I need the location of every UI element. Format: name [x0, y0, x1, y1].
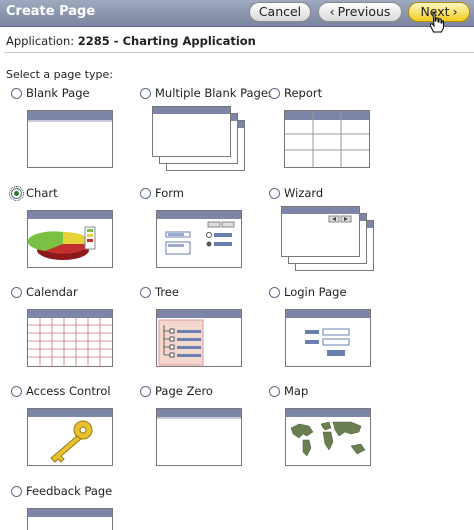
thumbnail-access-control[interactable]: [27, 408, 113, 466]
page-title: Create Page: [6, 4, 96, 19]
option-tree[interactable]: Tree: [140, 285, 179, 299]
option-report[interactable]: Report: [269, 86, 322, 100]
thumbnail-page-zero[interactable]: [156, 408, 242, 466]
radio-report[interactable]: [269, 87, 280, 99]
option-label: Calendar: [26, 285, 78, 299]
option-label: Blank Page: [26, 86, 90, 100]
radio-tree[interactable]: [140, 286, 151, 298]
application-info: Application: 2285 - Charting Application: [6, 34, 256, 48]
header-bar: Create Page Cancel Previous Next: [0, 0, 474, 27]
thumbnail-feedback-page[interactable]: [27, 508, 113, 530]
option-wizard[interactable]: Wizard: [269, 186, 323, 200]
thumbnail-wizard[interactable]: [281, 206, 375, 272]
thumbnail-calendar[interactable]: [27, 309, 113, 367]
hand-cursor-icon: [430, 12, 444, 33]
radio-feedback-page[interactable]: [11, 485, 22, 497]
radio-login-page[interactable]: [269, 286, 280, 298]
option-access-control[interactable]: Access Control: [11, 384, 111, 398]
thumbnail-chart[interactable]: [27, 210, 113, 268]
option-label: Report: [284, 86, 323, 100]
thumbnail-map[interactable]: [285, 408, 371, 466]
option-label: Form: [155, 186, 184, 200]
radio-wizard[interactable]: [269, 187, 280, 199]
thumbnail-form[interactable]: [156, 210, 242, 268]
option-login-page[interactable]: Login Page: [269, 285, 347, 299]
thumbnail-tree[interactable]: [156, 309, 242, 367]
option-calendar[interactable]: Calendar: [11, 285, 78, 299]
option-label: Access Control: [26, 384, 111, 398]
radio-blank-page[interactable]: [11, 87, 22, 99]
option-label: Page Zero: [155, 384, 213, 398]
option-label: Map: [284, 384, 309, 398]
option-feedback-page[interactable]: Feedback Page: [11, 484, 112, 498]
option-chart[interactable]: Chart: [9, 185, 58, 201]
option-map[interactable]: Map: [269, 384, 308, 398]
previous-label: Previous: [337, 4, 391, 19]
radio-map[interactable]: [269, 385, 280, 397]
thumbnail-login-page[interactable]: [285, 309, 371, 367]
thumbnail-blank-page[interactable]: [27, 110, 113, 168]
option-label: Multiple Blank Pages: [155, 86, 274, 100]
option-label: Wizard: [284, 186, 324, 200]
divider: [4, 52, 474, 53]
option-label: Feedback Page: [26, 484, 113, 498]
option-label: Login Page: [284, 285, 347, 299]
radio-access-control[interactable]: [11, 385, 22, 397]
radio-page-zero[interactable]: [140, 385, 151, 397]
cancel-button[interactable]: Cancel: [249, 2, 311, 22]
option-blank-page[interactable]: Blank Page: [11, 86, 90, 100]
radio-chart[interactable]: [9, 185, 24, 201]
option-label: Chart: [26, 186, 58, 200]
radio-form[interactable]: [140, 187, 151, 199]
option-page-zero[interactable]: Page Zero: [140, 384, 213, 398]
radio-calendar[interactable]: [11, 286, 22, 298]
page-type-prompt: Select a page type:: [6, 68, 113, 81]
option-form[interactable]: Form: [140, 186, 184, 200]
application-value: 2285 - Charting Application: [77, 34, 256, 48]
previous-button[interactable]: Previous: [318, 2, 402, 22]
application-label: Application:: [6, 34, 75, 48]
radio-multiple-blank-pages[interactable]: [140, 87, 151, 99]
thumbnail-report[interactable]: [284, 110, 370, 168]
option-label: Tree: [155, 285, 179, 299]
option-multiple-blank-pages[interactable]: Multiple Blank Pages: [140, 86, 274, 100]
thumbnail-multiple-blank-pages[interactable]: [152, 106, 246, 172]
